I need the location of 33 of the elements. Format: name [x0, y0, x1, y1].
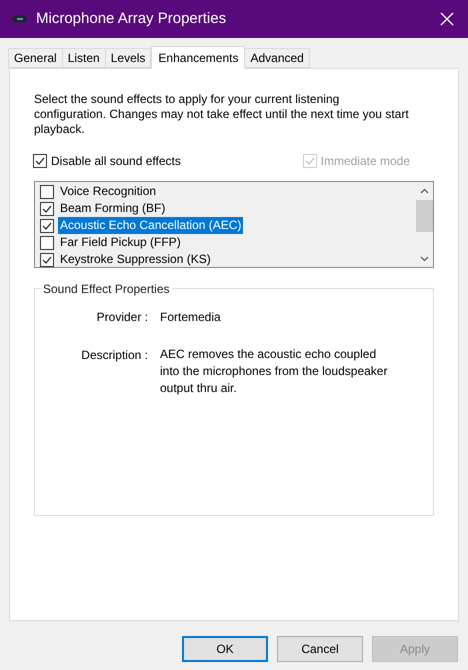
dialog-button[interactable]: Cancel — [277, 636, 363, 662]
list-item[interactable]: Keystroke Suppression (KS) — [58, 251, 213, 267]
instruction-text: Select the sound effects to apply for your current listening configuration. Changes may not take effect until the next time you start playback. — [34, 92, 410, 137]
scroll-down-icon[interactable] — [420, 256, 429, 262]
window-title: Microphone Array Properties — [36, 8, 228, 29]
tab[interactable]: Enhancements — [151, 46, 246, 69]
checkbox[interactable] — [40, 218, 54, 232]
microphone-icon — [10, 13, 28, 25]
list-item[interactable]: Beam Forming (BF) — [58, 200, 168, 217]
checkbox[interactable] — [40, 184, 54, 198]
dialog-button[interactable]: OK — [182, 636, 268, 662]
list-item[interactable]: Voice Recognition — [58, 183, 158, 200]
close-icon[interactable] — [440, 12, 454, 26]
checkbox-label[interactable]: Disable all sound effects — [51, 152, 181, 170]
checkbox[interactable] — [40, 252, 54, 266]
scroll-up-icon[interactable] — [420, 188, 429, 194]
checkmark-icon — [35, 157, 45, 165]
field-value: Fortemedia — [160, 309, 222, 326]
scrollbar-thumb[interactable] — [416, 200, 433, 232]
tab[interactable]: Levels — [104, 48, 152, 68]
list-item[interactable]: Far Field Pickup (FFP) — [58, 234, 183, 251]
field-label: Description : — [80, 347, 148, 364]
tab[interactable]: General — [8, 48, 63, 68]
description-text: AEC removes the acoustic echo coupled into the microphones from the loudspeaker output thru air. — [160, 346, 388, 397]
tab[interactable]: Listen — [62, 48, 106, 68]
checkmark-icon — [42, 256, 52, 264]
checkbox[interactable] — [40, 236, 54, 250]
checkbox[interactable] — [40, 202, 54, 216]
checkbox[interactable] — [33, 154, 47, 168]
list-item[interactable]: Acoustic Echo Cancellation (AEC) — [58, 217, 244, 234]
tab[interactable]: Advanced — [244, 48, 310, 68]
checkmark-icon — [304, 157, 315, 165]
field-label: Provider : — [96, 309, 148, 326]
